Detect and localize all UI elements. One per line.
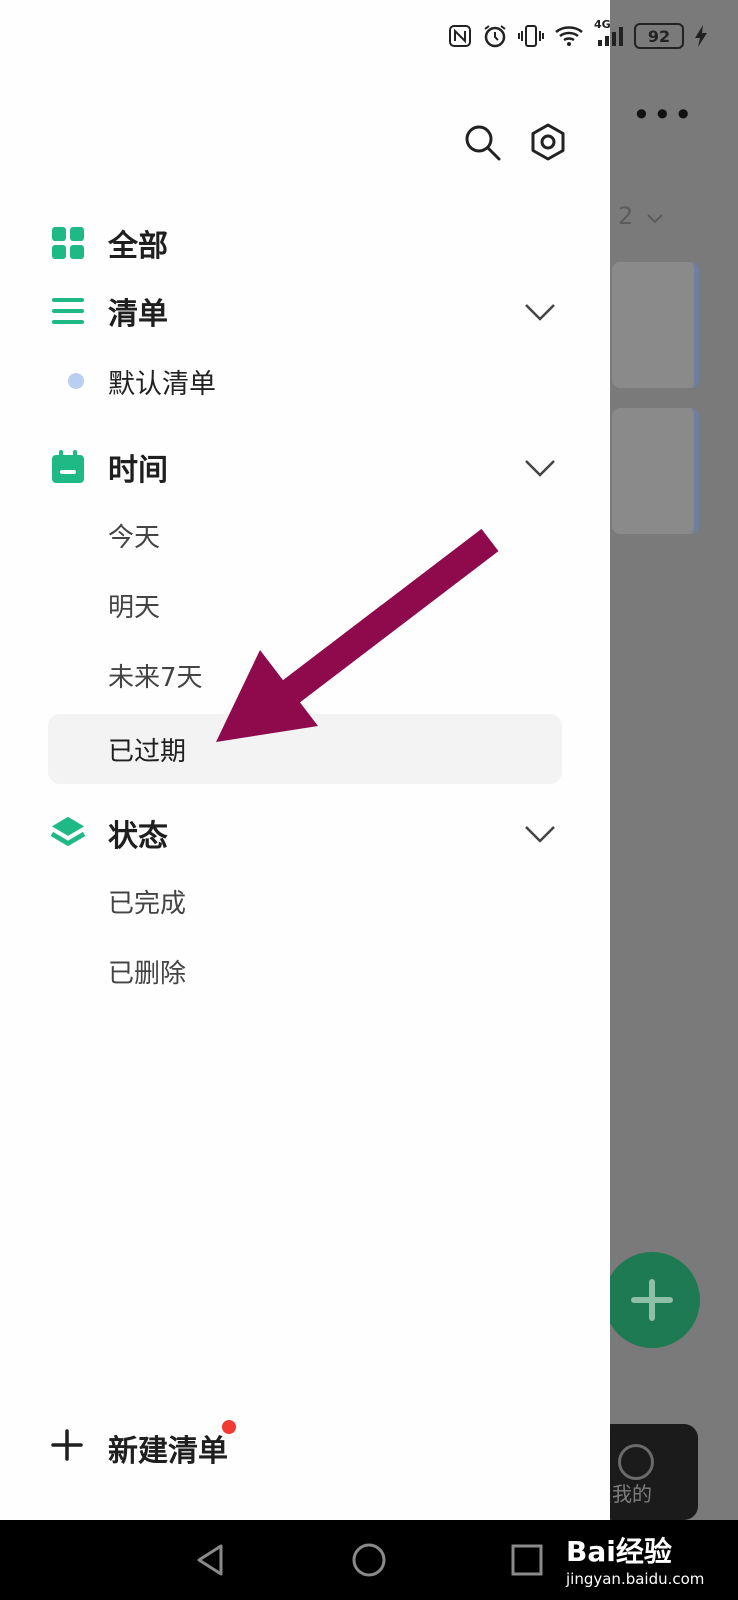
alarm-icon	[482, 23, 508, 49]
more-options-icon[interactable]: •••	[632, 96, 695, 134]
list-item-label: 默认清单	[108, 368, 216, 400]
home-icon[interactable]	[351, 1542, 387, 1578]
layers-icon	[50, 815, 86, 851]
status-item-label: 已删除	[108, 958, 187, 989]
chevron-down-icon[interactable]	[522, 293, 558, 329]
nfc-icon	[448, 24, 472, 48]
drawer-header-actions	[460, 120, 570, 164]
grid-icon	[50, 225, 86, 261]
task-count: 2	[618, 202, 634, 230]
new-list-button[interactable]: 新建清单	[50, 1420, 236, 1469]
settings-icon[interactable]	[526, 120, 570, 164]
vibrate-icon	[518, 23, 544, 49]
time-item-label: 未来7天	[108, 662, 203, 693]
network-type: 4G	[594, 18, 611, 31]
watermark-url: jingyan.baidu.com	[566, 1570, 705, 1588]
list-item-default[interactable]: 默认清单	[0, 348, 610, 414]
nav-section-status[interactable]: 状态	[0, 800, 610, 866]
battery-icon: 92	[634, 23, 684, 49]
status-item-deleted[interactable]: 已删除	[0, 938, 610, 1004]
recents-icon[interactable]	[509, 1542, 545, 1578]
notification-dot	[222, 1420, 236, 1434]
chevron-down-icon[interactable]	[522, 449, 558, 485]
search-icon[interactable]	[460, 120, 504, 164]
charging-icon	[694, 24, 708, 48]
status-item-completed[interactable]: 已完成	[0, 868, 610, 934]
baidu-watermark: Bai经验 jingyan.baidu.com	[566, 1530, 704, 1588]
nav-item-all[interactable]: 全部	[0, 210, 610, 276]
tab-label: 我的	[612, 1482, 652, 1506]
nav-label: 清单	[108, 297, 168, 332]
list-color-dot	[68, 373, 84, 389]
calendar-icon	[50, 449, 86, 485]
signal-icon: 4G	[594, 18, 624, 48]
navigation-drawer: 4G 92 全部 清单 默认清单 时间 今天 明天 未来7天 已过期 状态 已完…	[0, 0, 707, 1520]
annotation-arrow	[216, 528, 499, 742]
chevron-down-icon[interactable]	[522, 815, 558, 851]
plus-icon	[51, 1429, 83, 1461]
profile-icon	[618, 1444, 654, 1480]
chevron-down-icon	[647, 214, 663, 224]
nav-section-time[interactable]: 时间	[0, 434, 610, 500]
tab-mine[interactable]: 我的	[598, 1424, 698, 1520]
task-card[interactable]	[612, 262, 699, 388]
time-item-label: 今天	[108, 522, 161, 553]
wifi-icon	[554, 24, 584, 48]
status-bar: 4G 92	[448, 18, 708, 54]
watermark-brand: Bai经验	[566, 1535, 672, 1568]
nav-label: 全部	[108, 229, 168, 264]
list-icon	[50, 293, 86, 329]
new-list-label: 新建清单	[108, 1434, 228, 1469]
back-icon[interactable]	[193, 1542, 229, 1578]
time-item-label: 明天	[108, 592, 161, 623]
add-task-button[interactable]	[604, 1252, 700, 1348]
task-card[interactable]	[612, 408, 699, 534]
time-item-label: 已过期	[108, 736, 187, 767]
status-item-label: 已完成	[108, 888, 187, 919]
plus-icon	[631, 1279, 673, 1321]
nav-label: 时间	[108, 453, 168, 488]
nav-label: 状态	[108, 819, 168, 854]
nav-section-lists[interactable]: 清单	[0, 278, 610, 344]
